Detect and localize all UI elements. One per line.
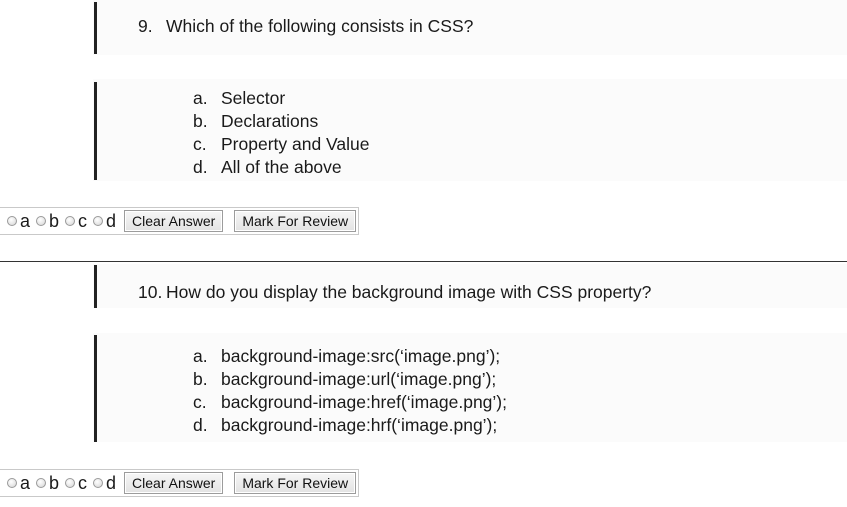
clear-answer-button[interactable]: Clear Answer	[124, 472, 224, 494]
question-10-text-line: 10. How do you display the background im…	[138, 281, 651, 303]
option-letter: c.	[193, 392, 207, 412]
option-letter: d.	[193, 415, 208, 435]
radio-label-c: c	[78, 473, 88, 493]
radio-b[interactable]	[36, 216, 47, 226]
question-9-answer-bar: a b c d Clear Answer Mark For Review	[0, 207, 360, 235]
option-letter: a.	[193, 346, 208, 366]
question-9-text-line: 9. Which of the following consists in CS…	[138, 15, 473, 37]
radio-label-b: b	[49, 211, 60, 231]
radio-a[interactable]	[7, 478, 17, 488]
option-d: d. All of the above	[193, 156, 370, 179]
option-text: background-image:src(‘image.png’);	[221, 346, 501, 366]
option-letter: d.	[193, 157, 208, 177]
option-c: c. background-image:href(‘image.png’);	[193, 391, 507, 414]
option-c: c. Property and Value	[193, 133, 370, 156]
radio-label-a: a	[20, 473, 31, 493]
radio-b[interactable]	[36, 478, 47, 488]
radio-d[interactable]	[93, 216, 104, 226]
question-text: Which of the following consists in CSS?	[166, 16, 474, 36]
option-b: b. background-image:url(‘image.png’);	[193, 368, 507, 391]
option-letter: b.	[193, 111, 208, 131]
option-letter: b.	[193, 369, 208, 389]
option-d: d. background-image:hrf(‘image.png’);	[193, 414, 507, 437]
mark-for-review-button[interactable]: Mark For Review	[234, 472, 357, 494]
option-a: a. Selector	[193, 87, 370, 110]
option-text: Property and Value	[221, 134, 370, 154]
option-text: background-image:href(‘image.png’);	[221, 392, 507, 412]
question-9-options: a. Selector b. Declarations c. Property …	[193, 87, 370, 179]
radio-c[interactable]	[65, 216, 76, 226]
option-text: All of the above	[221, 157, 342, 177]
radio-label-b: b	[49, 473, 60, 493]
option-text: background-image:url(‘image.png’);	[221, 369, 497, 389]
question-10-answer-bar: a b c d Clear Answer Mark For Review	[0, 469, 360, 497]
option-a: a. background-image:src(‘image.png’);	[193, 345, 507, 368]
question-10-header-bar	[94, 265, 97, 308]
option-letter: c.	[193, 134, 207, 154]
option-letter: a.	[193, 88, 208, 108]
option-text: background-image:hrf(‘image.png’);	[221, 415, 498, 435]
answer-radio-group: a b c d	[7, 211, 122, 231]
question-9-header-bar	[94, 2, 97, 54]
question-number: 9.	[138, 16, 153, 36]
question-number: 10.	[138, 282, 163, 302]
radio-label-d: d	[106, 211, 117, 231]
radio-a[interactable]	[7, 216, 17, 226]
radio-c[interactable]	[65, 478, 76, 488]
radio-d[interactable]	[93, 478, 104, 488]
question-9-options-bar	[94, 82, 97, 180]
option-b: b. Declarations	[193, 110, 370, 133]
clear-answer-button[interactable]: Clear Answer	[124, 210, 224, 232]
mark-for-review-button[interactable]: Mark For Review	[234, 210, 357, 232]
question-10-options: a. background-image:src(‘image.png’); b.…	[193, 345, 507, 437]
option-text: Selector	[221, 88, 286, 108]
radio-label-d: d	[106, 473, 117, 493]
question-text: How do you display the background image …	[166, 282, 652, 302]
radio-label-a: a	[20, 211, 31, 231]
radio-label-c: c	[78, 211, 88, 231]
option-text: Declarations	[221, 111, 319, 131]
question-10-options-bar	[94, 335, 97, 442]
question-divider	[0, 261, 847, 262]
answer-radio-group: a b c d	[7, 473, 122, 493]
